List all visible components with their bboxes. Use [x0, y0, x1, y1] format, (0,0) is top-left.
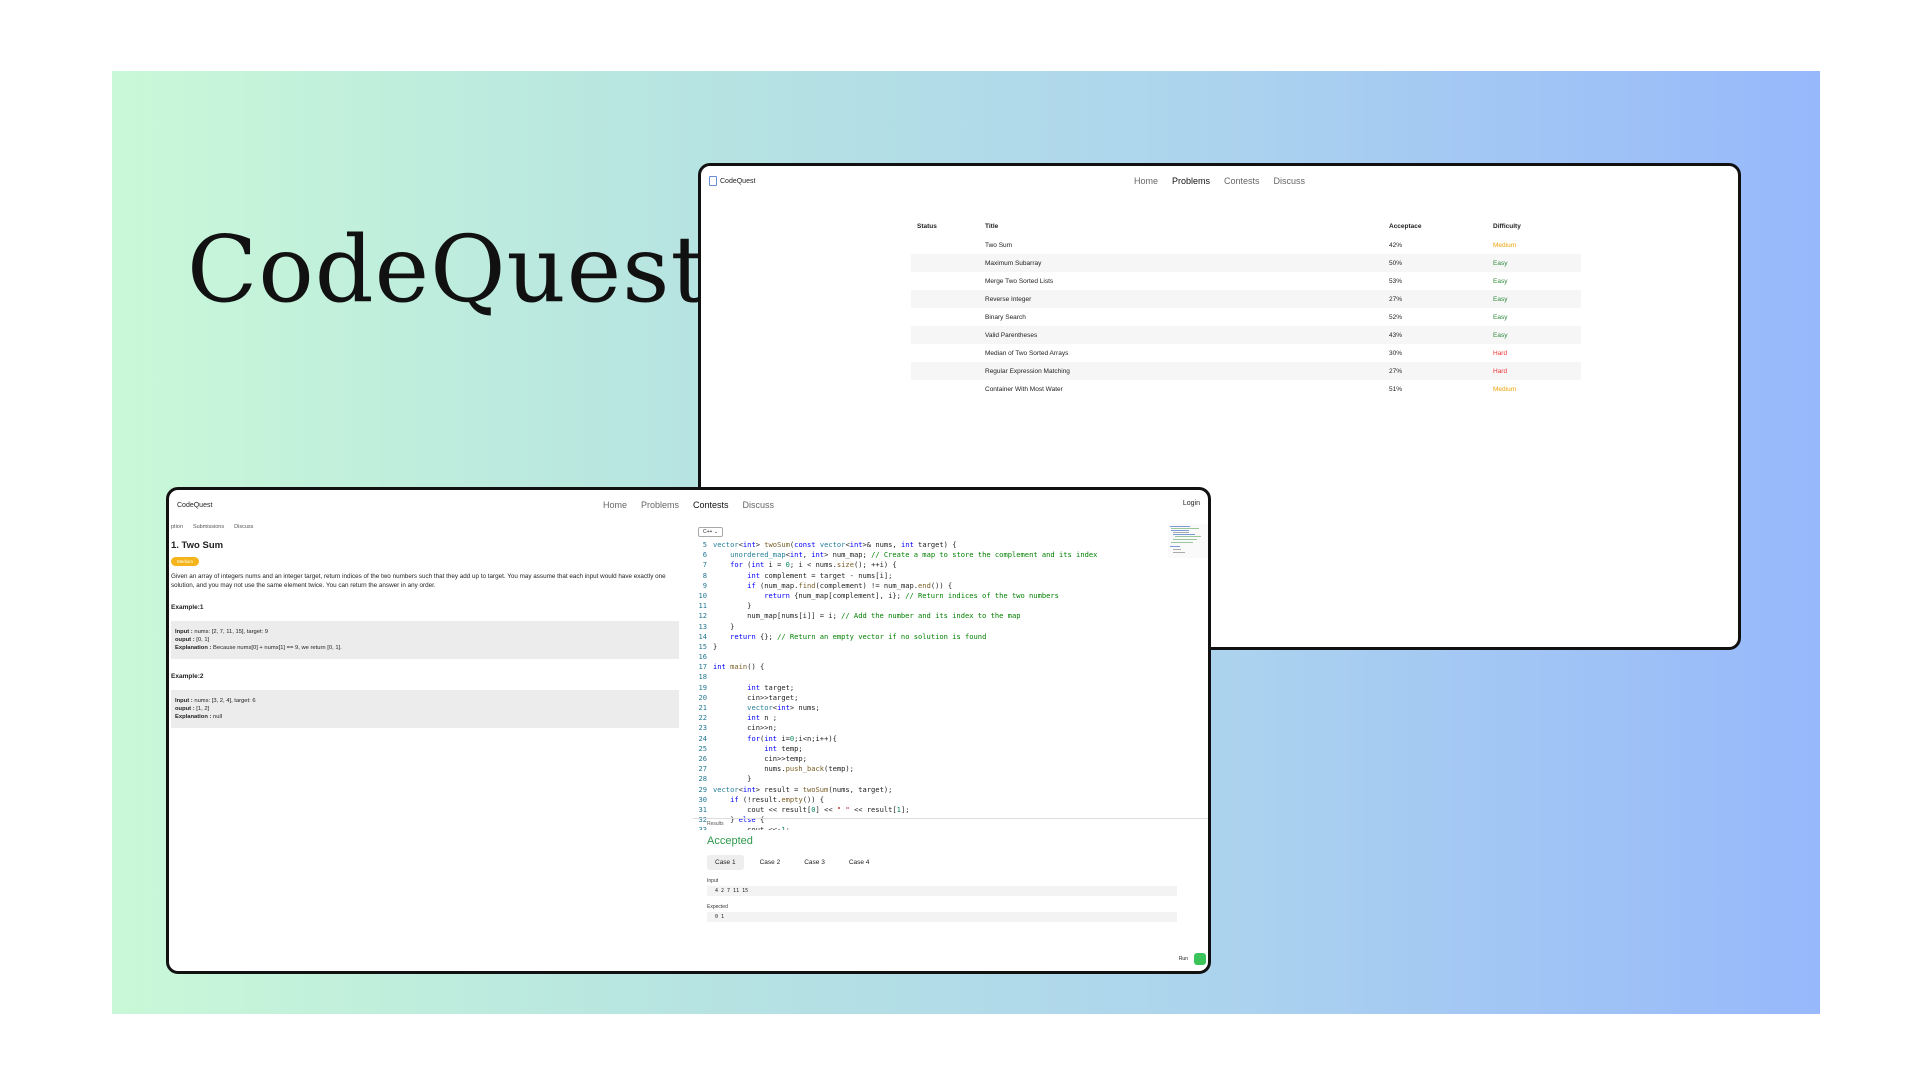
code-panel: C++ ⌄ 5 vector<int> twoSum(const vector<i… [693, 520, 1208, 971]
nav-problems[interactable]: Problems [641, 500, 679, 510]
problems-table: Status Title Acceptace Difficulty Two Su… [911, 216, 1581, 398]
difficulty-cell: Hard [1493, 349, 1508, 357]
difficulty-badge: Medium [171, 557, 200, 566]
input-label: Input [707, 878, 719, 884]
code-minimap[interactable] [1168, 524, 1208, 558]
top-nav: CodeQuest Home Problems Contests Discuss… [169, 490, 1208, 520]
nav-links: Home Problems Contests Discuss [701, 166, 1738, 196]
example-heading: Example:1 [171, 604, 204, 611]
brand-title: CodeQuest [187, 216, 709, 323]
tab-discuss[interactable]: Discuss [234, 524, 253, 530]
expected-value: 0 1 [707, 912, 1177, 922]
nav-discuss[interactable]: Discuss [743, 500, 775, 510]
problem-title-link[interactable]: Merge Two Sorted Lists [985, 278, 1389, 285]
hero-banner: CodeQuest CodeQuest Home Problems Contes… [112, 71, 1820, 1014]
acceptance-cell: 51% [1389, 385, 1403, 393]
nav-contests[interactable]: Contests [693, 500, 729, 510]
col-status: Status [917, 222, 937, 230]
problem-title-link[interactable]: Container With Most Water [985, 386, 1389, 393]
expected-label: Expected [707, 904, 728, 910]
editor-window: CodeQuest Home Problems Contests Discuss… [166, 487, 1211, 974]
table-row[interactable]: Container With Most Water 51% Medium [911, 380, 1581, 398]
difficulty-cell: Easy [1493, 331, 1508, 339]
run-bar: Run [1179, 953, 1206, 965]
problem-title: 1. Two Sum [171, 540, 224, 551]
table-row[interactable]: Binary Search 52% Easy [911, 308, 1581, 326]
table-header: Status Title Acceptace Difficulty [911, 216, 1581, 236]
verdict-status: Accepted [707, 835, 753, 847]
table-row[interactable]: Reverse Integer 27% Easy [911, 290, 1581, 308]
submit-button[interactable] [1194, 953, 1206, 965]
acceptance-cell: 30% [1389, 349, 1403, 357]
nav-links: Home Problems Contests Discuss [169, 490, 1208, 520]
table-row[interactable]: Valid Parentheses 43% Easy [911, 326, 1581, 344]
table-row[interactable]: Maximum Subarray 50% Easy [911, 254, 1581, 272]
results-panel: Results Accepted Case 1 Case 2 Case 3 Ca… [693, 818, 1208, 971]
logo-icon [709, 176, 717, 186]
case-tab-3[interactable]: Case 3 [796, 855, 833, 870]
chevron-down-icon: ⌄ [713, 529, 719, 535]
col-title: Title [985, 222, 999, 230]
difficulty-cell: Easy [1493, 259, 1508, 267]
nav-home[interactable]: Home [603, 500, 627, 510]
table-row[interactable]: Merge Two Sorted Lists 53% Easy [911, 272, 1581, 290]
example-heading: Example:2 [171, 673, 204, 680]
nav-discuss[interactable]: Discuss [1274, 176, 1306, 186]
tab-submissions[interactable]: Submissions [193, 524, 224, 530]
difficulty-cell: Medium [1493, 241, 1517, 249]
top-nav: CodeQuest Home Problems Contests Discuss [701, 166, 1738, 196]
case-tab-2[interactable]: Case 2 [752, 855, 789, 870]
nav-contests[interactable]: Contests [1224, 176, 1260, 186]
case-tab-1[interactable]: Case 1 [707, 855, 744, 870]
example-box: Input : nums: [2, 7, 11, 15], target: 9 … [171, 621, 679, 659]
col-acceptance: Acceptace [1389, 222, 1422, 230]
problem-title-link[interactable]: Two Sum [985, 242, 1389, 249]
difficulty-cell: Easy [1493, 295, 1508, 303]
acceptance-cell: 52% [1389, 313, 1403, 321]
table-row[interactable]: Regular Expression Matching 27% Hard [911, 362, 1581, 380]
difficulty-cell: Hard [1493, 367, 1508, 375]
tab-description[interactable]: ption [171, 524, 183, 530]
table-row[interactable]: Median of Two Sorted Arrays 30% Hard [911, 344, 1581, 362]
input-value: 4 2 7 11 15 [707, 886, 1177, 896]
acceptance-cell: 43% [1389, 331, 1403, 339]
problem-title-link[interactable]: Reverse Integer [985, 296, 1389, 303]
code-editor[interactable]: 5 vector<int> twoSum(const vector<int>& n… [693, 540, 1163, 830]
language-select[interactable]: C++ ⌄ [698, 527, 724, 537]
table-row[interactable]: Two Sum 42% Medium [911, 236, 1581, 254]
acceptance-cell: 53% [1389, 277, 1403, 285]
acceptance-cell: 27% [1389, 295, 1403, 303]
acceptance-cell: 42% [1389, 241, 1403, 249]
case-tabs: Case 1 Case 2 Case 3 Case 4 [707, 855, 1208, 870]
nav-home[interactable]: Home [1134, 176, 1158, 186]
problem-title-link[interactable]: Valid Parentheses [985, 332, 1389, 339]
col-difficulty: Difficulty [1493, 222, 1521, 230]
example-box: Input : nums: [3, 2, 4], target: 6 ouput… [171, 690, 679, 728]
nav-problems[interactable]: Problems [1172, 176, 1210, 186]
problem-description: Given an array of integers nums and an i… [171, 573, 666, 589]
difficulty-cell: Medium [1493, 385, 1517, 393]
problem-tabs: ption Submissions Discuss [171, 524, 689, 530]
acceptance-cell: 27% [1389, 367, 1403, 375]
problem-title-link[interactable]: Median of Two Sorted Arrays [985, 350, 1389, 357]
problem-title-link[interactable]: Binary Search [985, 314, 1389, 321]
acceptance-cell: 50% [1389, 259, 1403, 267]
login-link[interactable]: Login [1183, 500, 1200, 507]
problem-panel: ption Submissions Discuss 1. Two Sum Med… [169, 520, 689, 971]
problem-title-link[interactable]: Maximum Subarray [985, 260, 1389, 267]
run-button[interactable]: Run [1179, 956, 1188, 962]
difficulty-cell: Easy [1493, 313, 1508, 321]
problem-title-link[interactable]: Regular Expression Matching [985, 368, 1389, 375]
difficulty-cell: Easy [1493, 277, 1508, 285]
logo[interactable]: CodeQuest [709, 176, 755, 186]
case-tab-4[interactable]: Case 4 [841, 855, 878, 870]
results-label: Results [707, 821, 724, 827]
logo[interactable]: CodeQuest [177, 502, 212, 509]
